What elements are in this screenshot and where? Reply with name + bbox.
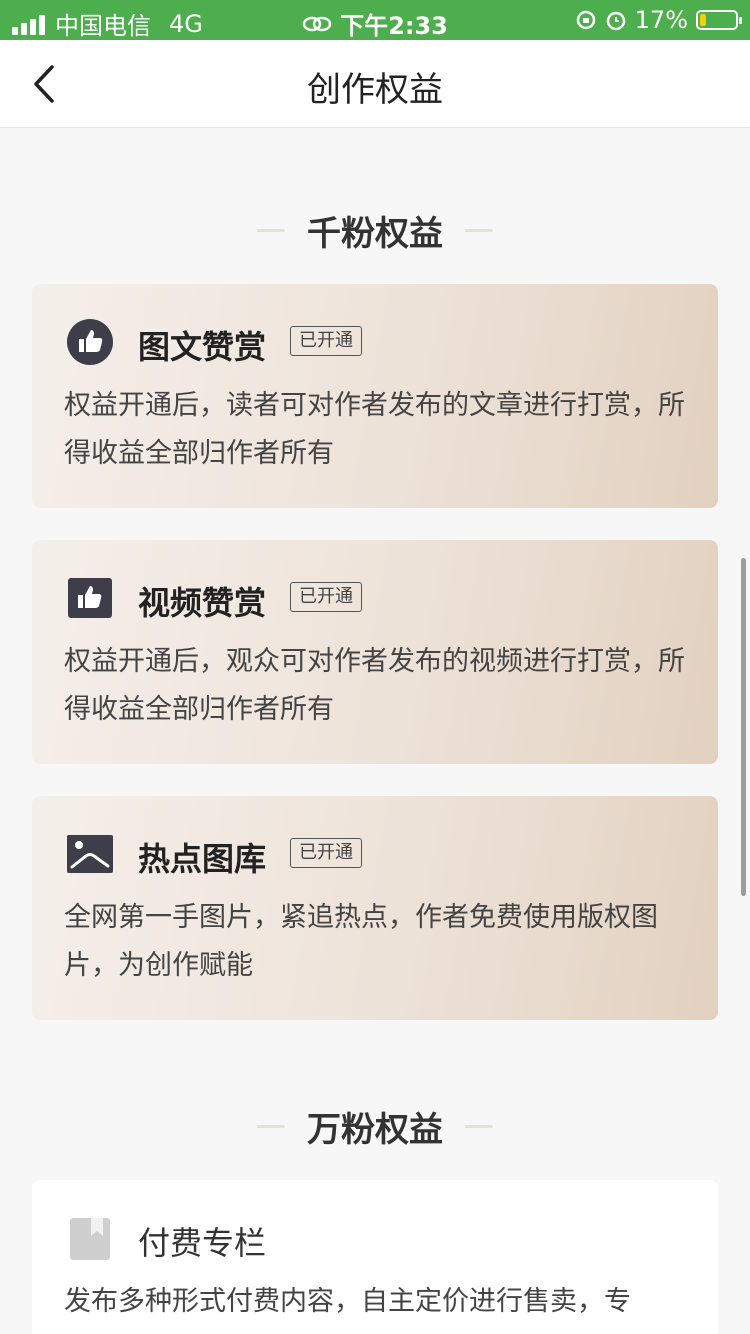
divider bbox=[465, 1125, 493, 1128]
status-bar: 中国电信 4G 下午2:33 17% bbox=[0, 0, 750, 40]
rotation-lock-icon bbox=[576, 10, 595, 30]
section-title: 千粉权益 bbox=[307, 214, 443, 254]
divider bbox=[257, 229, 285, 232]
thumbs-up-square-icon bbox=[68, 578, 112, 618]
scrollbar[interactable] bbox=[741, 558, 746, 896]
status-badge: 已开通 bbox=[290, 838, 362, 868]
benefit-card-shipin-zanshang[interactable]: 视频赞赏 已开通 权益开通后，观众可对作者发布的视频进行打赏，所得收益全部归作者… bbox=[32, 540, 718, 764]
card-title: 付费专栏 bbox=[138, 1224, 267, 1262]
clock-time: 下午2:33 bbox=[340, 12, 448, 40]
card-description: 权益开通后，观众可对作者发布的视频进行打赏，所得收益全部归作者所有 bbox=[64, 646, 685, 725]
image-icon bbox=[67, 835, 113, 873]
page-title: 创作权益 bbox=[307, 70, 443, 110]
divider bbox=[465, 229, 493, 232]
status-right: 17% bbox=[575, 6, 742, 34]
status-badge: 已开通 bbox=[290, 326, 362, 356]
battery-icon bbox=[696, 10, 742, 30]
section-header-wanfen: 万粉权益 bbox=[0, 1102, 750, 1151]
card-title: 视频赞赏 bbox=[138, 584, 267, 622]
section-title: 万粉权益 bbox=[307, 1110, 443, 1150]
benefit-card-tuwen-zanshang[interactable]: 图文赞赏 已开通 权益开通后，读者可对作者发布的文章进行打赏，所得收益全部归作者… bbox=[32, 284, 718, 508]
card-title: 图文赞赏 bbox=[138, 328, 267, 366]
battery-percent: 17% bbox=[634, 6, 688, 34]
thumbs-up-circle-icon bbox=[67, 319, 113, 365]
benefit-card-fufei-zhuanlan[interactable]: 付费专栏 发布多种形式付费内容，自主定价进行售卖，专 bbox=[32, 1180, 718, 1334]
card-description: 权益开通后，读者可对作者发布的文章进行打赏，所得收益全部归作者所有 bbox=[64, 390, 685, 469]
bookmark-icon bbox=[70, 1218, 110, 1260]
alarm-icon bbox=[606, 11, 625, 31]
benefit-card-redian-tuku[interactable]: 热点图库 已开通 全网第一手图片，紧追热点，作者免费使用版权图片，为创作赋能 bbox=[32, 796, 718, 1020]
status-badge: 已开通 bbox=[290, 582, 362, 612]
nav-bar: 创作权益 bbox=[0, 40, 750, 128]
link-icon bbox=[302, 16, 332, 31]
card-description: 全网第一手图片，紧追热点，作者免费使用版权图片，为创作赋能 bbox=[64, 902, 658, 981]
section-header-qianfen: 千粉权益 bbox=[0, 206, 750, 255]
card-title: 热点图库 bbox=[138, 840, 267, 878]
divider bbox=[257, 1125, 285, 1128]
card-description: 发布多种形式付费内容，自主定价进行售卖，专 bbox=[64, 1286, 631, 1317]
